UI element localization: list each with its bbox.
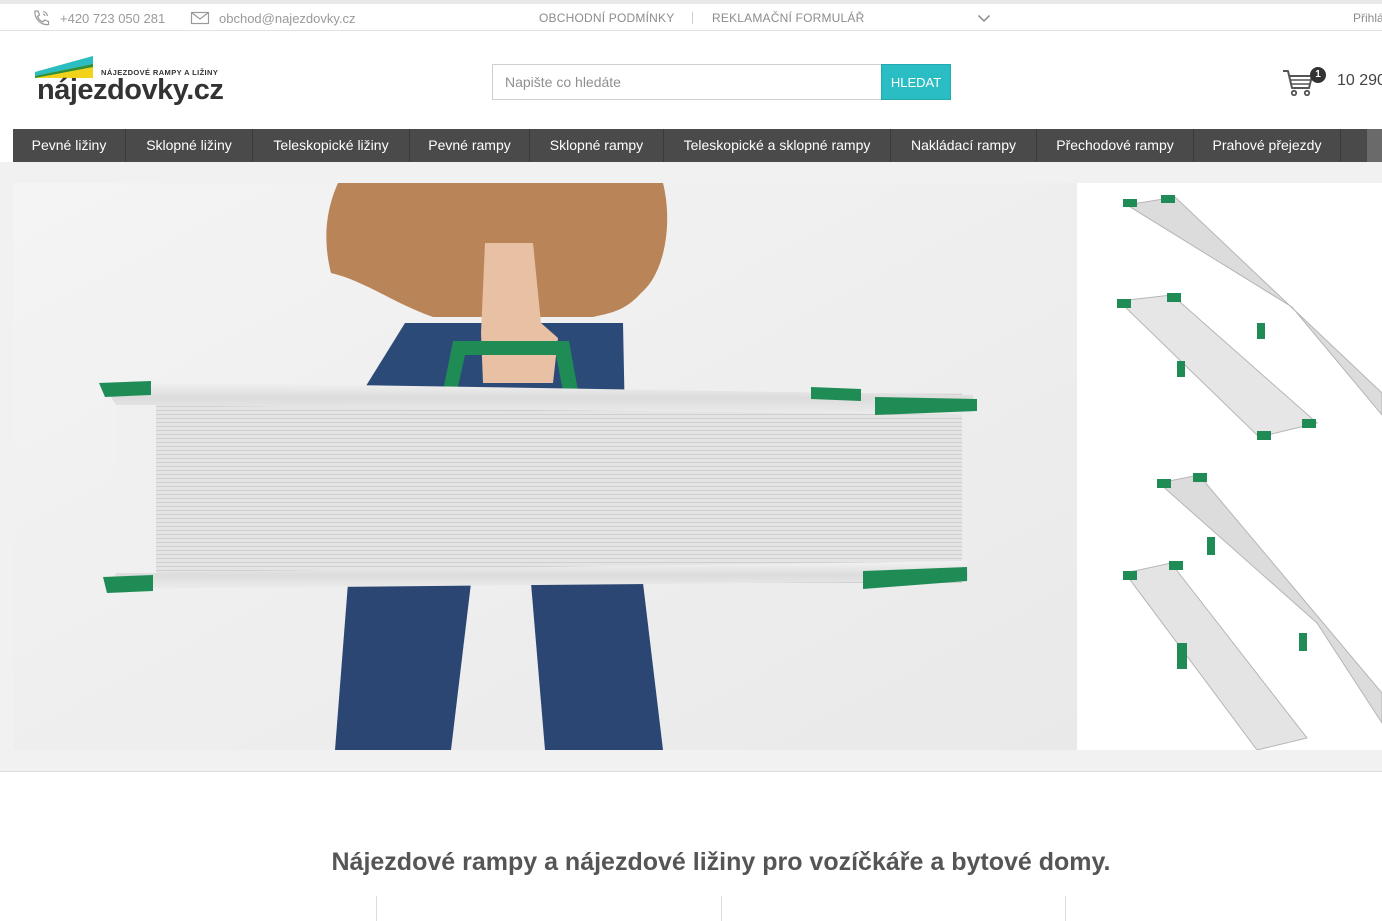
phone-number[interactable]: +420 723 050 281 (60, 11, 165, 26)
email-address[interactable]: obchod@najezdovky.cz (219, 11, 356, 26)
column-divider (376, 896, 377, 921)
column-divider (721, 896, 722, 921)
person-carrying-ramp-image (13, 183, 1077, 750)
main-navigation: Pevné ližiny Sklopné ližiny Teleskopické… (13, 129, 1382, 162)
column-divider (1065, 896, 1066, 921)
cart[interactable]: 1 10 290 (1282, 66, 1382, 100)
search-input[interactable] (492, 64, 881, 100)
nav-filler (1341, 129, 1367, 162)
nav-item-sklopne-liziny[interactable]: Sklopné ližiny (126, 129, 253, 162)
terms-link[interactable]: OBCHODNÍ PODMÍNKY (539, 11, 674, 25)
email-contact[interactable]: obchod@najezdovky.cz (190, 9, 356, 27)
cart-total: 10 290 (1337, 72, 1382, 89)
search-form: HLEDAT (492, 64, 951, 100)
logo-name: nájezdovky.cz (37, 74, 224, 106)
nav-item-teleskopicke-liziny[interactable]: Teleskopické ližiny (253, 129, 410, 162)
nav-item-prahove-prejezdy[interactable]: Prahové přejezdy (1194, 129, 1341, 162)
hero-section (0, 162, 1382, 772)
nav-item-sklopne-rampy[interactable]: Sklopné rampy (530, 129, 664, 162)
envelope-icon (190, 11, 210, 25)
nav-item-pevne-liziny[interactable]: Pevné ližiny (13, 129, 126, 162)
nav-item-teleskopicke-a-sklopne-rampy[interactable]: Teleskopické a sklopné rampy (664, 129, 891, 162)
cart-count-badge: 1 (1310, 67, 1326, 83)
complaint-form-link[interactable]: REKLAMAČNÍ FORMULÁŘ (712, 11, 865, 25)
chevron-down-icon[interactable] (977, 14, 991, 23)
nav-item-prechodove-rampy[interactable]: Přechodové rampy (1037, 129, 1194, 162)
telescopic-ramps-image (1077, 183, 1382, 750)
nav-more[interactable] (1367, 129, 1382, 162)
search-button[interactable]: HLEDAT (881, 64, 951, 100)
login-link[interactable]: Přihlá (1353, 11, 1382, 25)
nav-item-pevne-rampy[interactable]: Pevné rampy (410, 129, 530, 162)
phone-icon (34, 10, 50, 26)
nav-item-nakladaci-rampy[interactable]: Nakládací rampy (891, 129, 1037, 162)
intro-heading: Nájezdové rampy a nájezdové ližiny pro v… (331, 848, 1111, 876)
phone-contact[interactable]: +420 723 050 281 (31, 9, 165, 27)
hero-side-image[interactable] (1077, 183, 1382, 750)
hero-banner-image[interactable] (13, 183, 1077, 750)
top-bar: +420 723 050 281 obchod@najezdovky.cz OB… (0, 0, 1382, 31)
divider (692, 12, 693, 24)
site-logo[interactable]: NÁJEZDOVÉ RAMPY A LIŽINY nájezdovky.cz (33, 50, 224, 110)
